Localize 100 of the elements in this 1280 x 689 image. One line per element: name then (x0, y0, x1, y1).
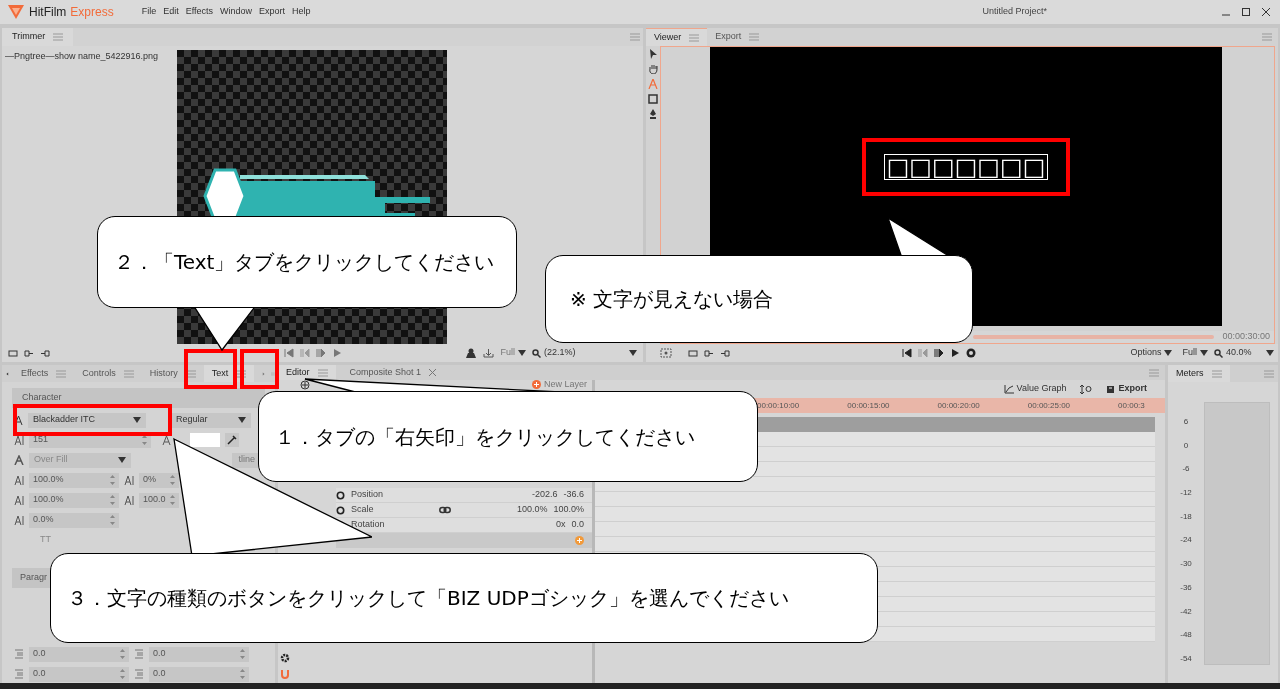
people-icon[interactable] (465, 348, 478, 358)
add-property-icon[interactable] (575, 536, 584, 545)
export-button[interactable]: Export (1106, 382, 1147, 396)
dropdown-caret-icon (238, 417, 246, 423)
spinner-icon[interactable] (240, 669, 245, 679)
dropdown-caret-icon (629, 350, 637, 356)
property-name: Rotation (351, 518, 386, 532)
tab[interactable]: Effects (12, 365, 75, 382)
tab[interactable]: Controls (74, 365, 142, 382)
menu-item[interactable]: Edit (163, 5, 179, 19)
close-icon[interactable] (1262, 8, 1270, 16)
spinner-icon[interactable] (120, 669, 125, 679)
number-field[interactable]: 0.0 (149, 666, 249, 682)
play-icon[interactable] (950, 348, 960, 358)
download-icon[interactable] (483, 348, 495, 358)
pen-icon[interactable] (648, 109, 658, 119)
link-icon[interactable] (439, 506, 451, 514)
tab[interactable]: Editor (278, 365, 336, 380)
spinner-icon[interactable] (142, 435, 147, 445)
number-field[interactable]: 0% (139, 472, 179, 488)
tab[interactable]: Composite Shot 1 (339, 365, 447, 380)
app-edition: Express (70, 4, 114, 21)
tab[interactable]: Viewer (646, 28, 708, 46)
number-field[interactable]: 0.0 (29, 646, 129, 662)
mark-in-icon[interactable] (720, 348, 730, 358)
property-value[interactable]: 0x (555, 518, 566, 532)
spinner-icon[interactable] (120, 649, 125, 659)
zoom-fit-icon[interactable] (1080, 384, 1093, 394)
tab[interactable]: History (141, 365, 204, 382)
snapshot-icon[interactable] (660, 348, 672, 358)
tab[interactable]: Meters (1168, 365, 1230, 382)
dropdown-caret-icon (133, 417, 141, 423)
menu-item[interactable]: File (141, 5, 157, 19)
number-field[interactable]: 100.0 (139, 492, 179, 508)
font-style-dropdown[interactable]: Regular (171, 412, 251, 428)
loop-icon[interactable] (8, 348, 18, 358)
spinner-icon[interactable] (170, 475, 175, 485)
menu-item[interactable]: Export (259, 5, 286, 19)
highlight-frame (184, 349, 237, 389)
ruler-label: 00:00:25:00 (1027, 399, 1071, 412)
property-value[interactable]: -202.6 (531, 488, 558, 502)
menu-item[interactable]: Window (220, 5, 253, 19)
menu-item[interactable]: Help (292, 5, 311, 19)
spinner-icon[interactable] (110, 495, 115, 505)
number-field[interactable]: 100.0% (29, 492, 119, 508)
ruler-label: 00:00:15:00 (847, 399, 890, 412)
loop-icon[interactable] (688, 348, 698, 358)
spinner-icon[interactable] (110, 475, 115, 485)
meter-scale-label: -12 (1180, 487, 1192, 500)
options-dropdown[interactable]: Options (1126, 346, 1177, 360)
mark-out-icon[interactable] (24, 348, 34, 358)
maximize-icon[interactable] (1242, 8, 1250, 16)
menu-item[interactable]: Effects (185, 5, 214, 19)
meter-scale-label: -6 (1182, 463, 1190, 476)
tab[interactable]: Trimmer (2, 28, 74, 46)
number-field[interactable]: 0.0% (29, 512, 119, 528)
step-forward-icon[interactable] (934, 348, 944, 358)
tab[interactable]: Export (707, 28, 768, 46)
pointer-icon[interactable] (648, 49, 658, 59)
menu-icon[interactable] (185, 369, 196, 378)
number-field[interactable]: 100.0% (29, 472, 119, 488)
spinner-icon[interactable] (170, 495, 175, 505)
settings-icon[interactable] (280, 653, 290, 663)
magnet-icon[interactable] (280, 669, 290, 679)
font-dropdown[interactable]: Blackadder ITC (28, 412, 146, 428)
ruler-label: 00:00:10:00 (757, 399, 800, 412)
add-icon[interactable] (300, 380, 310, 390)
export-icon (1106, 384, 1116, 394)
meter-scale-label: -24 (1180, 534, 1192, 547)
space-before-icon (134, 649, 144, 659)
number-field[interactable]: 0.0 (29, 666, 129, 682)
property-value[interactable]: -36.6 (563, 488, 584, 502)
number-field[interactable]: 0.0 (149, 646, 249, 662)
hand-icon[interactable] (648, 64, 658, 74)
record-icon[interactable] (966, 348, 976, 358)
color-swatch[interactable] (190, 433, 220, 447)
media-file-name[interactable]: —Pngtree—show name_5422916.png (5, 50, 174, 64)
text-tool-icon[interactable] (648, 79, 658, 89)
spinner-icon[interactable] (110, 515, 115, 525)
skip-back-icon[interactable] (902, 348, 912, 358)
rectangle-mask-icon[interactable] (648, 94, 658, 104)
mark-in-icon[interactable] (40, 348, 50, 358)
property-value[interactable]: 100.0% (553, 503, 584, 517)
value-graph-button[interactable]: Value Graph (1003, 382, 1067, 396)
eyedropper-icon[interactable] (225, 433, 239, 447)
property-value[interactable]: 100.0% (516, 503, 548, 517)
menu-icon[interactable] (236, 369, 247, 378)
meter-scale-label: 6 (1183, 416, 1189, 428)
mark-out-icon[interactable] (704, 348, 714, 358)
ruler-label: 00:00:20:00 (937, 399, 980, 412)
quality-dropdown[interactable]: Full (1182, 346, 1208, 360)
zoom-dropdown[interactable]: 40.0% (1214, 346, 1274, 360)
zoom-dropdown[interactable]: (22.1%) (532, 346, 637, 360)
step-back-icon[interactable] (300, 348, 310, 358)
dropdown-caret-icon (1200, 350, 1208, 356)
step-back-icon[interactable] (918, 348, 928, 358)
meter-scale-label: -36 (1180, 581, 1192, 594)
vertical-scale-icon (14, 495, 24, 505)
property-value[interactable]: 0.0 (571, 518, 584, 532)
spinner-icon[interactable] (240, 649, 245, 659)
